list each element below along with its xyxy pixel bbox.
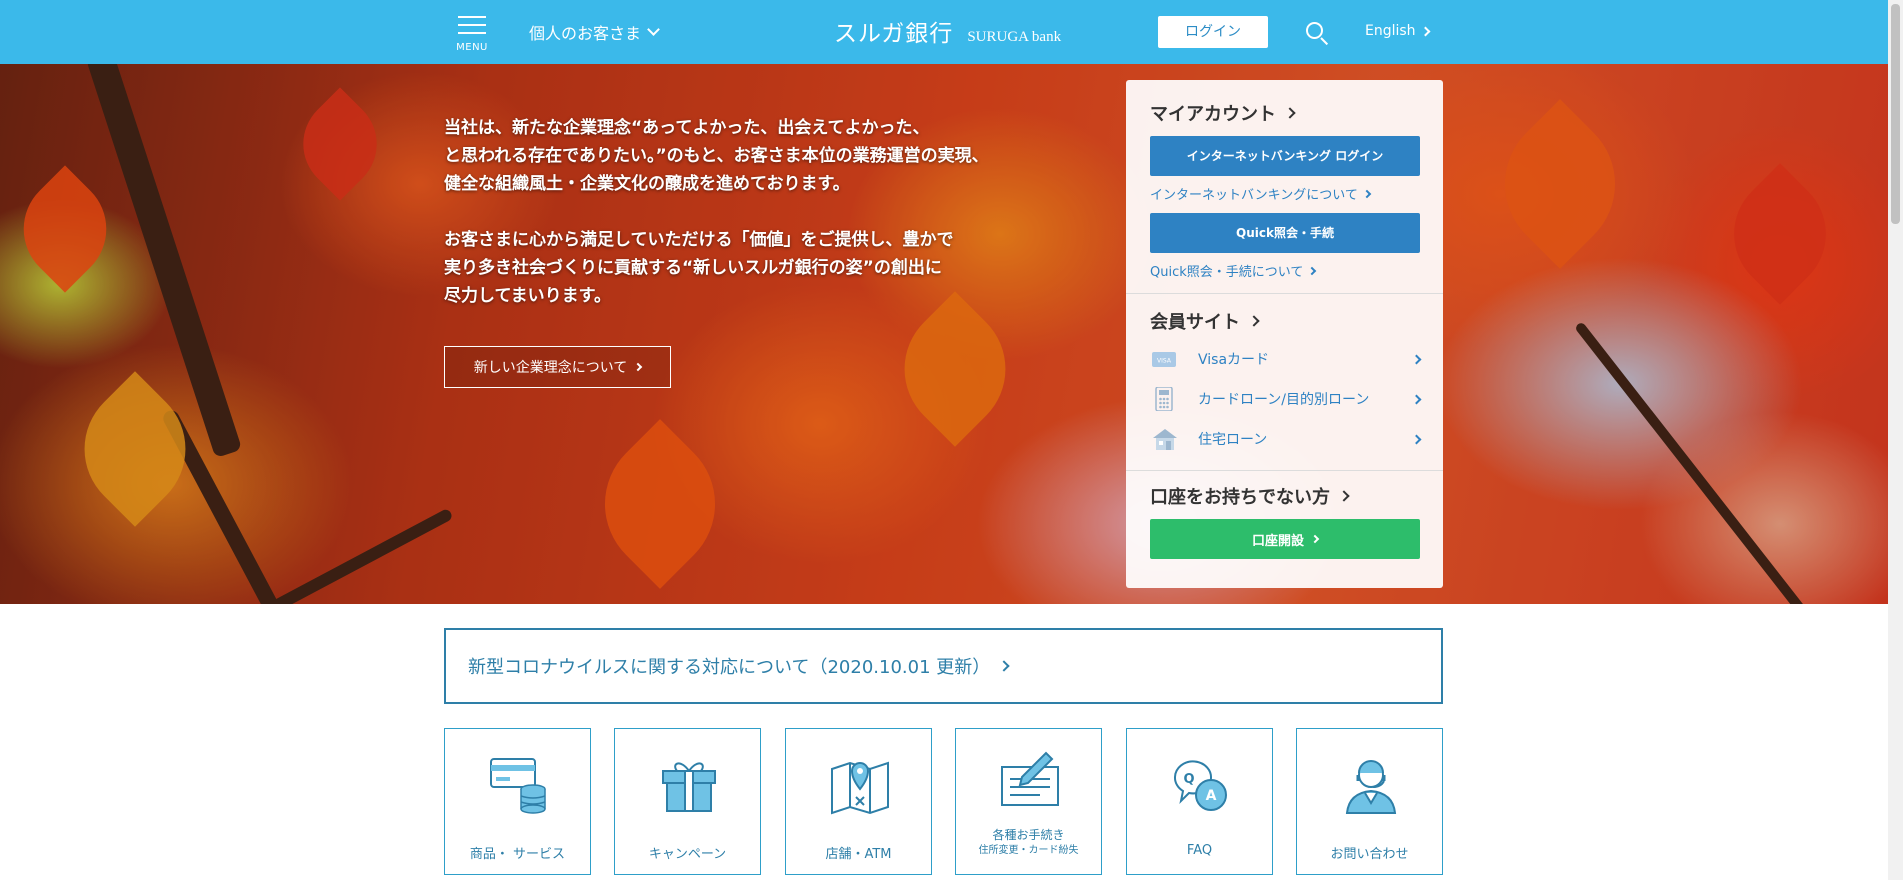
chevron-right-icon <box>1420 26 1431 36</box>
customer-segment-dropdown[interactable]: 個人のお客さま <box>529 20 660 44</box>
tile-label: 商品・ サービス <box>469 847 566 862</box>
tile-label: 各種お手続き 住所変更・カード紛失 <box>956 827 1101 859</box>
map-pin-icon <box>830 755 890 815</box>
hamburger-icon-bar <box>458 32 486 34</box>
new-philosophy-button[interactable]: 新しい企業理念について <box>444 346 671 388</box>
member-site-heading-label: 会員サイト <box>1150 312 1240 333</box>
calculator-icon <box>1150 386 1180 412</box>
tile-label: FAQ <box>1186 843 1213 858</box>
gift-icon <box>659 755 719 815</box>
english-label: English <box>1365 23 1416 39</box>
hero-banner: 当社は、新たな企業理念“あってよかった、出会えてよかった、 と思われる存在であり… <box>0 64 1888 604</box>
philosophy-paragraph-2: お客さまに心から満足していただける「価値」をご提供し、豊かで 実り多き社会づくり… <box>444 230 954 306</box>
quick-inquiry-about-label: Quick照会・手続について <box>1150 265 1304 280</box>
operator-icon <box>1341 755 1401 815</box>
menu-button[interactable]: MENU <box>452 12 492 56</box>
bank-logo[interactable]: スルガ銀行 SURUGA bank <box>834 14 1061 48</box>
menu-label: MENU <box>456 42 488 53</box>
tile-label: お問い合わせ <box>1330 847 1409 862</box>
visa-badge-text: VISA <box>1157 358 1172 365</box>
tile-label: キャンペーン <box>648 847 727 862</box>
search-icon-handle <box>1320 37 1329 46</box>
member-site-heading[interactable]: 会員サイト <box>1150 308 1260 334</box>
quick-inquiry-button[interactable]: Quick照会・手続 <box>1150 213 1420 253</box>
member-item-visa[interactable]: VISA Visaカード <box>1150 344 1422 374</box>
chevron-right-icon <box>1411 354 1422 364</box>
chevron-right-icon <box>1362 189 1372 198</box>
internet-banking-about-label: インターネットバンキングについて <box>1150 188 1358 203</box>
chevron-right-icon <box>1284 107 1296 119</box>
hamburger-icon-bar <box>458 24 486 26</box>
tile-products-services[interactable]: 商品・ サービス <box>444 728 591 875</box>
covid-notice-link[interactable]: 新型コロナウイルスに関する対応について（2020.10.01 更新） <box>444 628 1443 704</box>
internet-banking-about-link[interactable]: インターネットバンキングについて <box>1150 184 1372 203</box>
account-panel: マイアカウント インターネットバンキング ログイン インターネットバンキングにつ… <box>1126 80 1443 588</box>
open-account-label: 口座開設 <box>1251 533 1304 549</box>
card-coins-icon <box>489 755 549 815</box>
tile-faq[interactable]: QA FAQ <box>1126 728 1273 875</box>
hamburger-icon <box>458 16 486 18</box>
svg-text:Q: Q <box>1183 772 1194 787</box>
covid-notice-text: 新型コロナウイルスに関する対応について（2020.10.01 更新） <box>468 657 991 678</box>
procedures-label: 各種お手続き <box>992 828 1065 842</box>
visa-card-label: Visaカード <box>1198 352 1270 368</box>
open-account-button[interactable]: 口座開設 <box>1150 519 1420 559</box>
quick-inquiry-about-link[interactable]: Quick照会・手続について <box>1150 261 1317 280</box>
english-link[interactable]: English <box>1365 23 1431 39</box>
housing-loan-label: 住宅ローン <box>1198 432 1268 448</box>
tile-label: 店舗・ATM <box>825 847 892 862</box>
no-account-heading[interactable]: 口座をお持ちでない方 <box>1150 483 1350 509</box>
logo-english: SURUGA bank <box>967 29 1062 45</box>
chevron-right-icon <box>634 362 643 372</box>
chevron-right-icon <box>1338 490 1350 502</box>
tile-campaign[interactable]: キャンペーン <box>614 728 761 875</box>
visa-card-icon: VISA <box>1150 347 1180 371</box>
segment-label: 個人のお客さま <box>529 24 642 43</box>
chevron-right-icon <box>1411 394 1422 404</box>
login-button[interactable]: ログイン <box>1158 16 1268 48</box>
chevron-right-icon <box>1308 266 1317 275</box>
member-item-housing-loan[interactable]: 住宅ローン <box>1150 424 1422 454</box>
internet-banking-login-button[interactable]: インターネットバンキング ログイン <box>1150 136 1420 176</box>
search-icon-ring <box>1306 22 1323 39</box>
member-site-section: 会員サイト VISA Visaカード カードローン/目的別ローン 住宅ローン <box>1126 293 1443 468</box>
qa-bubble-icon: QA <box>1171 755 1231 815</box>
card-loan-label: カードローン/目的別ローン <box>1198 392 1370 408</box>
svg-text:A: A <box>1206 788 1217 804</box>
tile-procedures[interactable]: 各種お手続き 住所変更・カード紛失 <box>955 728 1102 875</box>
pen-form-icon <box>1000 751 1060 811</box>
page-scrollbar[interactable] <box>1888 0 1903 880</box>
scrollbar-thumb[interactable] <box>1891 4 1900 224</box>
logo-japanese: スルガ銀行 <box>834 21 954 47</box>
philosophy-paragraph-1: 当社は、新たな企業理念“あってよかった、出会えてよかった、 と思われる存在であり… <box>444 118 989 194</box>
new-philosophy-label: 新しい企業理念について <box>473 360 628 376</box>
member-item-card-loan[interactable]: カードローン/目的別ローン <box>1150 384 1422 414</box>
my-account-heading[interactable]: マイアカウント <box>1150 100 1296 126</box>
procedures-sub-label: 住所変更・カード紛失 <box>978 845 1079 856</box>
tile-branch-atm[interactable]: 店舗・ATM <box>785 728 932 875</box>
tile-contact[interactable]: お問い合わせ <box>1296 728 1443 875</box>
chevron-right-icon <box>1248 315 1260 327</box>
chevron-right-icon <box>1411 434 1422 444</box>
no-account-section: 口座をお持ちでない方 口座開設 <box>1126 470 1443 588</box>
corporate-philosophy-text: 当社は、新たな企業理念“あってよかった、出会えてよかった、 と思われる存在であり… <box>444 114 1084 338</box>
no-account-heading-label: 口座をお持ちでない方 <box>1150 487 1330 508</box>
house-icon <box>1150 427 1180 451</box>
chevron-right-icon <box>998 660 1010 672</box>
site-header: MENU 個人のお客さま スルガ銀行 SURUGA bank ログイン Engl… <box>0 0 1888 64</box>
chevron-down-icon <box>647 23 660 36</box>
search-icon[interactable] <box>1306 22 1330 46</box>
my-account-heading-label: マイアカウント <box>1150 104 1276 125</box>
chevron-right-icon <box>1310 534 1320 544</box>
